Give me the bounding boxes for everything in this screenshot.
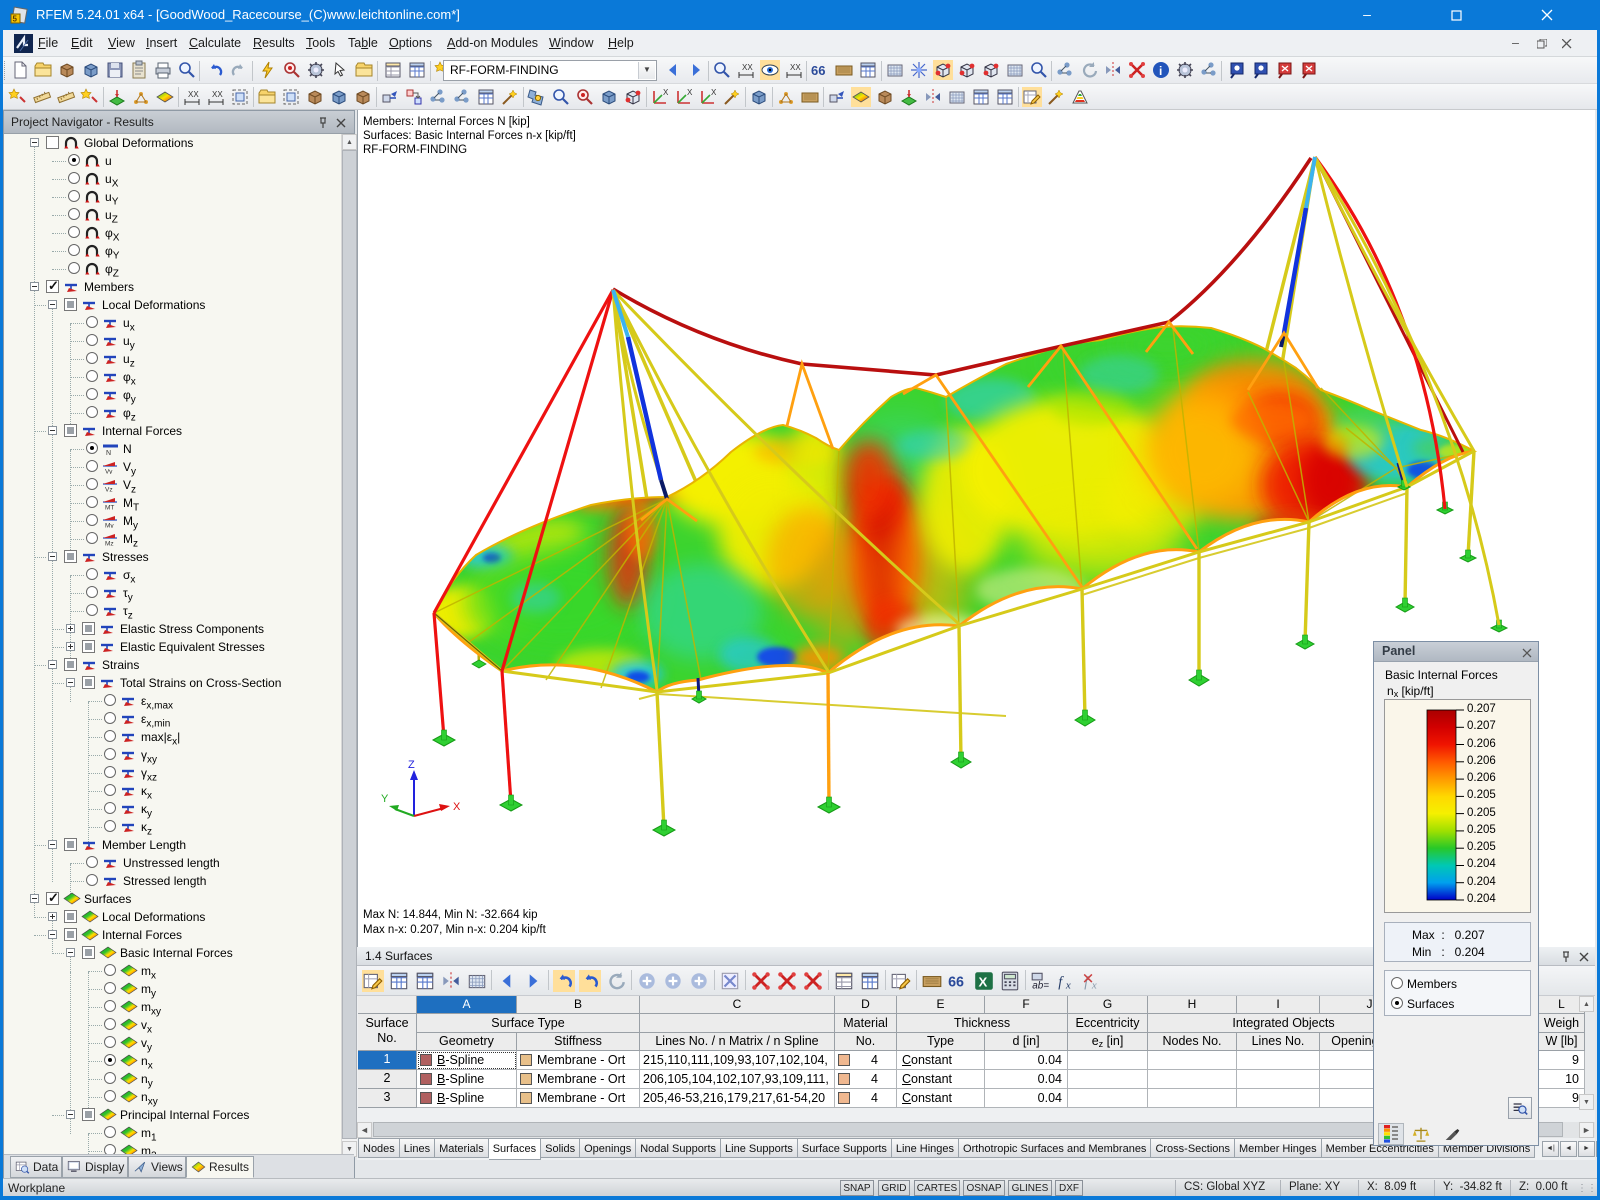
- svg-text:66: 66: [948, 975, 964, 991]
- svg-text:Vy: Vy: [105, 469, 113, 475]
- svg-text:MT: MT: [105, 505, 114, 511]
- svg-text:x: x: [1065, 980, 1071, 992]
- svg-text:ab=: ab=: [1032, 981, 1049, 992]
- svg-text:f: f: [1058, 975, 1064, 991]
- svg-text:Mz: Mz: [105, 541, 114, 547]
- svg-text:X: X: [979, 975, 988, 990]
- svg-text:Y: Y: [381, 793, 389, 805]
- svg-text:Vz: Vz: [105, 487, 113, 493]
- svg-text:N: N: [106, 450, 111, 456]
- svg-text:My: My: [105, 523, 114, 529]
- svg-text:Z: Z: [408, 759, 415, 771]
- svg-text:66: 66: [811, 63, 825, 78]
- svg-text:5: 5: [13, 15, 18, 24]
- svg-text:X: X: [711, 88, 717, 97]
- svg-text:X: X: [453, 801, 461, 813]
- svg-text:XX: XX: [212, 90, 223, 99]
- svg-text:X: X: [687, 88, 693, 97]
- svg-text:XX: XX: [188, 90, 199, 99]
- svg-text:XX: XX: [742, 63, 753, 72]
- svg-text:XX: XX: [790, 63, 801, 72]
- svg-text:X: X: [663, 88, 669, 97]
- svg-text:i: i: [1159, 64, 1162, 78]
